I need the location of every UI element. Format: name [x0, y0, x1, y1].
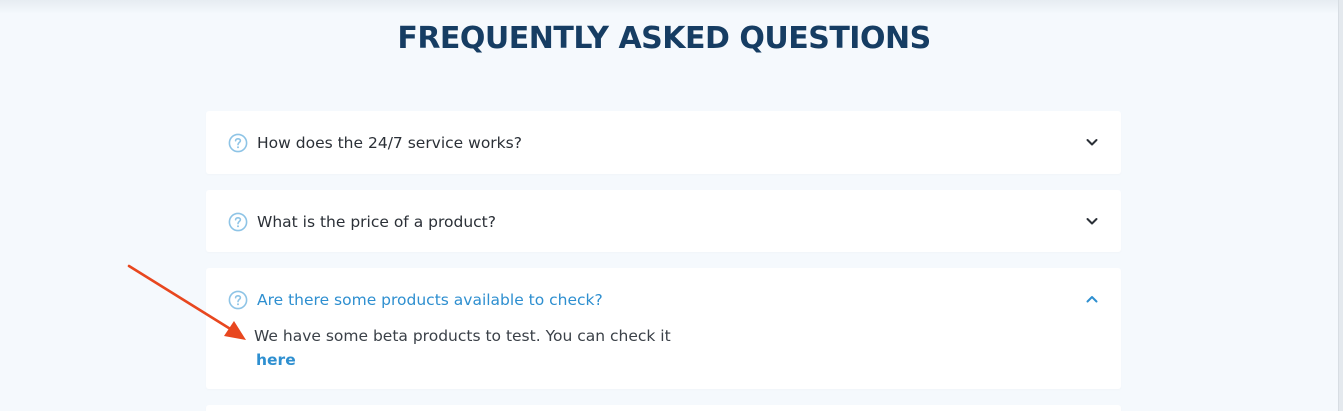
faq-answer-text: We have some beta products to test. You …: [254, 327, 671, 345]
chevron-up-icon[interactable]: [1085, 292, 1099, 306]
faq-question-label: How does the 24/7 service works?: [257, 134, 522, 152]
faq-item[interactable]: What is the price of a product?: [206, 190, 1121, 252]
question-circle-icon: [228, 133, 248, 153]
question-circle-icon: [228, 212, 248, 232]
answer-link-here[interactable]: here: [256, 348, 671, 372]
faq-question[interactable]: What is the price of a product?: [228, 210, 496, 234]
scrollbar[interactable]: [1338, 0, 1343, 411]
faq-page: FREQUENTLY ASKED QUESTIONS How does the …: [0, 0, 1343, 411]
faq-question[interactable]: Are there some products available to che…: [228, 288, 603, 312]
chevron-down-icon[interactable]: [1085, 214, 1099, 228]
faq-answer: We have some beta products to test. You …: [254, 324, 671, 372]
faq-item-expanded[interactable]: Are there some products available to che…: [206, 268, 1121, 389]
faq-question-label: What is the price of a product?: [257, 213, 496, 231]
question-circle-icon: [228, 290, 248, 310]
faq-question-label: Are there some products available to che…: [257, 291, 603, 309]
page-title: FREQUENTLY ASKED QUESTIONS: [397, 21, 931, 56]
faq-item[interactable]: [206, 405, 1121, 411]
header-shadow: [0, 0, 1343, 14]
faq-item[interactable]: How does the 24/7 service works?: [206, 111, 1121, 174]
chevron-down-icon[interactable]: [1085, 135, 1099, 149]
faq-question[interactable]: How does the 24/7 service works?: [228, 131, 522, 155]
